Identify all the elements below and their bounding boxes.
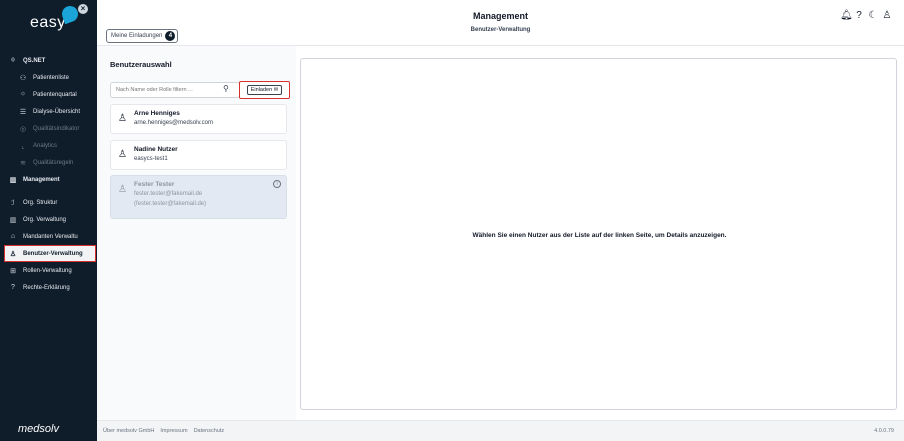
help-icon: ?	[11, 284, 15, 291]
sidebar-item-label: Patientenquartal	[33, 91, 77, 98]
sidebar-item-label: Management	[23, 176, 60, 183]
sidebar-item-mandanten-verwaltung[interactable]: ⌂ Mandanten Verwaltu	[0, 228, 97, 245]
panel-title: Benutzerauswahl	[110, 60, 172, 69]
sidebar-item-org-verwaltung[interactable]: ▥ Org. Verwaltung	[0, 211, 97, 228]
sidebar-item-label: Dialyse-Übersicht	[33, 108, 81, 115]
sidebar-item-label: Mandanten Verwaltu	[23, 233, 78, 240]
medsolv-logo: medsolv	[18, 423, 59, 435]
header: Meine Einladungen 4 Management Benutzer-…	[97, 0, 904, 46]
sidebar-item-label: Qualitätsindikator	[33, 125, 80, 132]
sidebar-item-dialyse-uebersicht[interactable]: ☰ Dialyse-Übersicht	[0, 103, 97, 120]
roles-icon: ⊞	[10, 267, 16, 275]
info-icon[interactable]: i	[273, 180, 281, 188]
sidebar-item-label: Analytics	[33, 142, 58, 149]
org-structure-icon: ℐ	[11, 199, 15, 207]
user-name: Nadine Nutzer	[134, 146, 178, 153]
sidebar-item-qualitaetsregeln[interactable]: ≋ Qualitätsregeln	[0, 154, 97, 171]
search-input[interactable]	[110, 82, 240, 98]
page-footer: Über medsolv GmbH Impressum Datenschutz …	[97, 420, 904, 441]
user-name: Arne Henniges	[134, 110, 180, 117]
sidebar-item-label: Qualitätsregeln	[33, 159, 74, 166]
home-icon: ⌂	[10, 233, 16, 240]
sidebar-item-label: Benutzer-Verwaltung	[23, 250, 83, 257]
sidebar-nav: ⁽⁾ QS.NET ⚇ Patientenliste ⁽⁾ Patientenq…	[0, 52, 97, 296]
invite-button[interactable]: Einladen ✉	[246, 85, 283, 95]
footer-link-impressum[interactable]: Impressum	[160, 428, 187, 434]
help-icon[interactable]: ?	[854, 10, 864, 22]
sidebar-item-patientenliste[interactable]: ⚇ Patientenliste	[0, 69, 97, 86]
sidebar-item-label: QS.NET	[23, 57, 46, 64]
easy-logo: easy	[30, 14, 66, 31]
version-label: 4.0.0.79	[874, 428, 894, 434]
sidebar-item-qualitaetsindikator[interactable]: ◎ Qualitätsindikator	[0, 120, 97, 137]
user-email: fester.tester@fakemail.de	[134, 191, 203, 197]
rules-icon: ≋	[20, 159, 26, 167]
brand: easy ×	[0, 0, 97, 46]
bell-icon[interactable]: 🔔︎	[840, 10, 853, 22]
sidebar-item-org-struktur[interactable]: ℐ Org. Struktur	[0, 194, 97, 211]
invite-button-highlight: Einladen ✉	[239, 81, 290, 99]
sidebar-item-qs-net[interactable]: ⁽⁾ QS.NET	[0, 52, 97, 69]
list-icon: ☰	[19, 108, 27, 116]
building-icon: ▥	[9, 176, 17, 184]
user-email: arne.henniges@medsolv.com	[134, 120, 214, 126]
building-icon: ▥	[9, 216, 17, 224]
sidebar-item-label: Patientenliste	[33, 74, 70, 81]
empty-state-message: Wählen Sie einen Nutzer aus der Liste au…	[472, 232, 727, 239]
sidebar-item-analytics[interactable]: ⌞ Analytics	[0, 137, 97, 154]
invitations-label: Meine Einladungen	[111, 33, 163, 39]
user-icon: ♙	[118, 113, 127, 124]
sidebar-item-label: Rechte-Erklärung	[23, 284, 70, 291]
chart-icon: ⌞	[21, 142, 25, 150]
user-details-panel: Wählen Sie einen Nutzer aus der Liste au…	[300, 58, 897, 410]
qs-net-icon: ⁽⁾	[11, 57, 15, 65]
user-icon: ♙	[118, 184, 127, 195]
sidebar: easy × ⁽⁾ QS.NET ⚇ Patientenliste ⁽⁾ Pat…	[0, 0, 97, 441]
user-selection-panel: Benutzerauswahl ⚲ Einladen ✉ ♙ Arne Henn…	[97, 46, 296, 420]
sidebar-item-benutzer-verwaltung[interactable]: ♙ Benutzer-Verwaltung	[4, 245, 96, 262]
users-icon: ⚇	[19, 74, 27, 82]
user-icon[interactable]: ♙	[882, 10, 892, 22]
sidebar-footer: medsolv	[0, 417, 97, 441]
user-email-secondary: (fester.tester@fakemail.de)	[134, 201, 207, 207]
user-icon: ♙	[9, 250, 17, 258]
sidebar-item-label: Rollen-Verwaltung	[23, 267, 72, 274]
user-list-item[interactable]: ♙ Arne Henniges arne.henniges@medsolv.co…	[110, 104, 287, 134]
user-list-item[interactable]: ♙ Fester Tester fester.tester@fakemail.d…	[110, 175, 287, 219]
user-icon: ♙	[118, 149, 127, 160]
page-subtitle: Benutzer-Verwaltung	[470, 27, 531, 33]
sidebar-item-management[interactable]: ▥ Management	[0, 171, 97, 188]
close-icon[interactable]: ×	[78, 4, 88, 14]
check-circle-icon: ◎	[19, 125, 27, 133]
sidebar-item-rollen-verwaltung[interactable]: ⊞ Rollen-Verwaltung	[0, 262, 97, 279]
moon-icon[interactable]: ☾	[868, 10, 878, 22]
user-name: Fester Tester	[134, 181, 175, 188]
sidebar-item-label: Org. Struktur	[23, 199, 58, 206]
user-list-item[interactable]: ♙ Nadine Nutzer easycs-test1	[110, 140, 287, 170]
sidebar-item-rechte-erklaerung[interactable]: ? Rechte-Erklärung	[0, 279, 97, 296]
user-email: easycs-test1	[134, 156, 168, 162]
search-icon[interactable]: ⚲	[223, 84, 229, 93]
sidebar-item-patientenquartal[interactable]: ⁽⁾ Patientenquartal	[0, 86, 97, 103]
sidebar-item-label: Org. Verwaltung	[23, 216, 67, 223]
qs-net-icon: ⁽⁾	[21, 91, 25, 99]
footer-link-about[interactable]: Über medsolv GmbH	[103, 428, 154, 434]
header-actions: 🔔︎ ? ☾ ♙	[840, 10, 892, 22]
page-title: Management	[472, 11, 528, 21]
footer-link-datenschutz[interactable]: Datenschutz	[194, 428, 225, 434]
